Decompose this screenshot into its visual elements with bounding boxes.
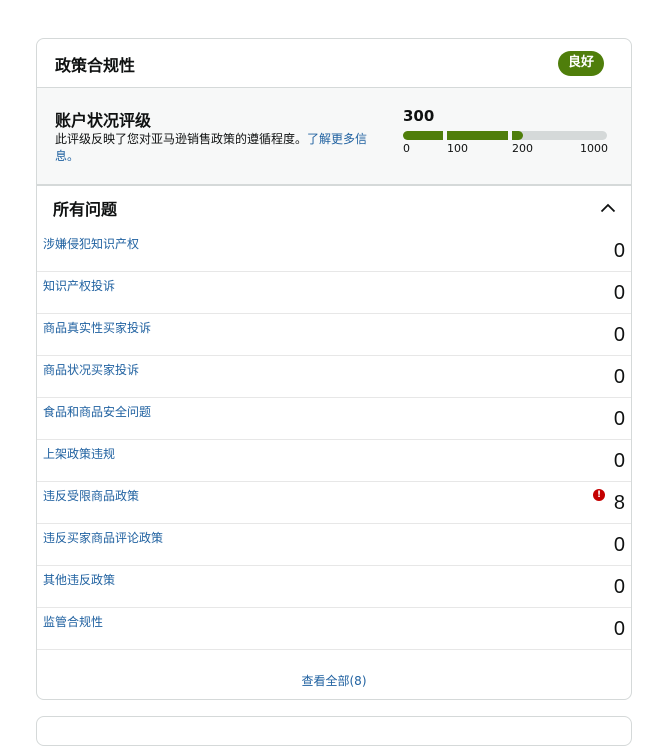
chevron-up-icon[interactable]	[599, 199, 617, 217]
issue-count[interactable]: 0	[614, 450, 625, 473]
ahr-score-bar	[403, 131, 607, 141]
ahr-score: 300	[403, 107, 435, 125]
issue-label[interactable]: 商品真实性买家投诉	[43, 319, 151, 336]
tick-label: 100	[447, 142, 468, 155]
issues-title: 所有问题	[53, 200, 118, 219]
issue-list: 涉嫌侵犯知识产权 0 知识产权投诉 0 商品真实性买家投诉 0 商品状况买家投诉 0 食品和商品…	[37, 230, 631, 650]
ahr-description: 此评级反映了您对亚马逊销售政策的遵循程度。了解更多信息。	[55, 131, 375, 165]
issue-row[interactable]: 上架政策违规 0	[37, 440, 631, 482]
issue-row[interactable]: 商品真实性买家投诉 0	[37, 314, 631, 356]
account-health-rating: 账户状况评级 此评级反映了您对亚马逊销售政策的遵循程度。了解更多信息。 300 …	[37, 88, 631, 186]
issue-label[interactable]: 监管合规性	[43, 613, 103, 630]
issue-count[interactable]: 0	[614, 618, 625, 641]
alert-icon: !	[593, 489, 605, 501]
issue-row[interactable]: 涉嫌侵犯知识产权 0	[37, 230, 631, 272]
issue-label[interactable]: 食品和商品安全问题	[43, 403, 151, 420]
bar-segment-3-track	[512, 131, 607, 140]
tick-label: 200	[512, 142, 533, 155]
issue-count[interactable]: 8	[614, 492, 625, 515]
issue-count[interactable]: 0	[614, 576, 625, 599]
issue-label[interactable]: 涉嫌侵犯知识产权	[43, 235, 139, 252]
issue-count[interactable]: 0	[614, 324, 625, 347]
issues-header[interactable]: 所有问题	[37, 186, 631, 230]
card-header: 政策合规性 良好	[37, 39, 631, 88]
issue-row[interactable]: 其他违反政策 0	[37, 566, 631, 608]
issue-label[interactable]: 违反买家商品评论政策	[43, 529, 163, 546]
tick-label: 0	[403, 142, 410, 155]
issue-label[interactable]: 知识产权投诉	[43, 277, 115, 294]
issue-row[interactable]: 食品和商品安全问题 0	[37, 398, 631, 440]
issue-row[interactable]: 监管合规性 0	[37, 608, 631, 650]
bar-segment-3-fill	[512, 131, 523, 140]
bar-segment-2	[447, 131, 508, 140]
issue-row[interactable]: 违反买家商品评论政策 0	[37, 524, 631, 566]
card-title: 政策合规性	[55, 56, 136, 75]
policy-compliance-card: 政策合规性 良好 账户状况评级 此评级反映了您对亚马逊销售政策的遵循程度。了解更…	[36, 38, 632, 700]
issue-count[interactable]: 0	[614, 534, 625, 557]
bar-segment-1	[403, 131, 443, 140]
issue-count[interactable]: 0	[614, 240, 625, 263]
next-card	[36, 716, 632, 746]
issue-label[interactable]: 其他违反政策	[43, 571, 115, 588]
issue-row[interactable]: 商品状况买家投诉 0	[37, 356, 631, 398]
issue-row[interactable]: 违反受限商品政策! 8	[37, 482, 631, 524]
issue-count[interactable]: 0	[614, 408, 625, 431]
ahr-title: 账户状况评级	[55, 111, 152, 130]
issue-label[interactable]: 违反受限商品政策	[43, 487, 139, 504]
issue-count[interactable]: 0	[614, 366, 625, 389]
ahr-description-text: 此评级反映了您对亚马逊销售政策的遵循程度。	[55, 132, 308, 146]
view-all-link[interactable]: 查看全部(8)	[37, 672, 631, 689]
tick-label: 1000	[580, 142, 608, 155]
issue-label[interactable]: 上架政策违规	[43, 445, 115, 462]
issue-count[interactable]: 0	[614, 282, 625, 305]
issue-label[interactable]: 商品状况买家投诉	[43, 361, 139, 378]
issue-row[interactable]: 知识产权投诉 0	[37, 272, 631, 314]
status-badge: 良好	[557, 50, 604, 76]
